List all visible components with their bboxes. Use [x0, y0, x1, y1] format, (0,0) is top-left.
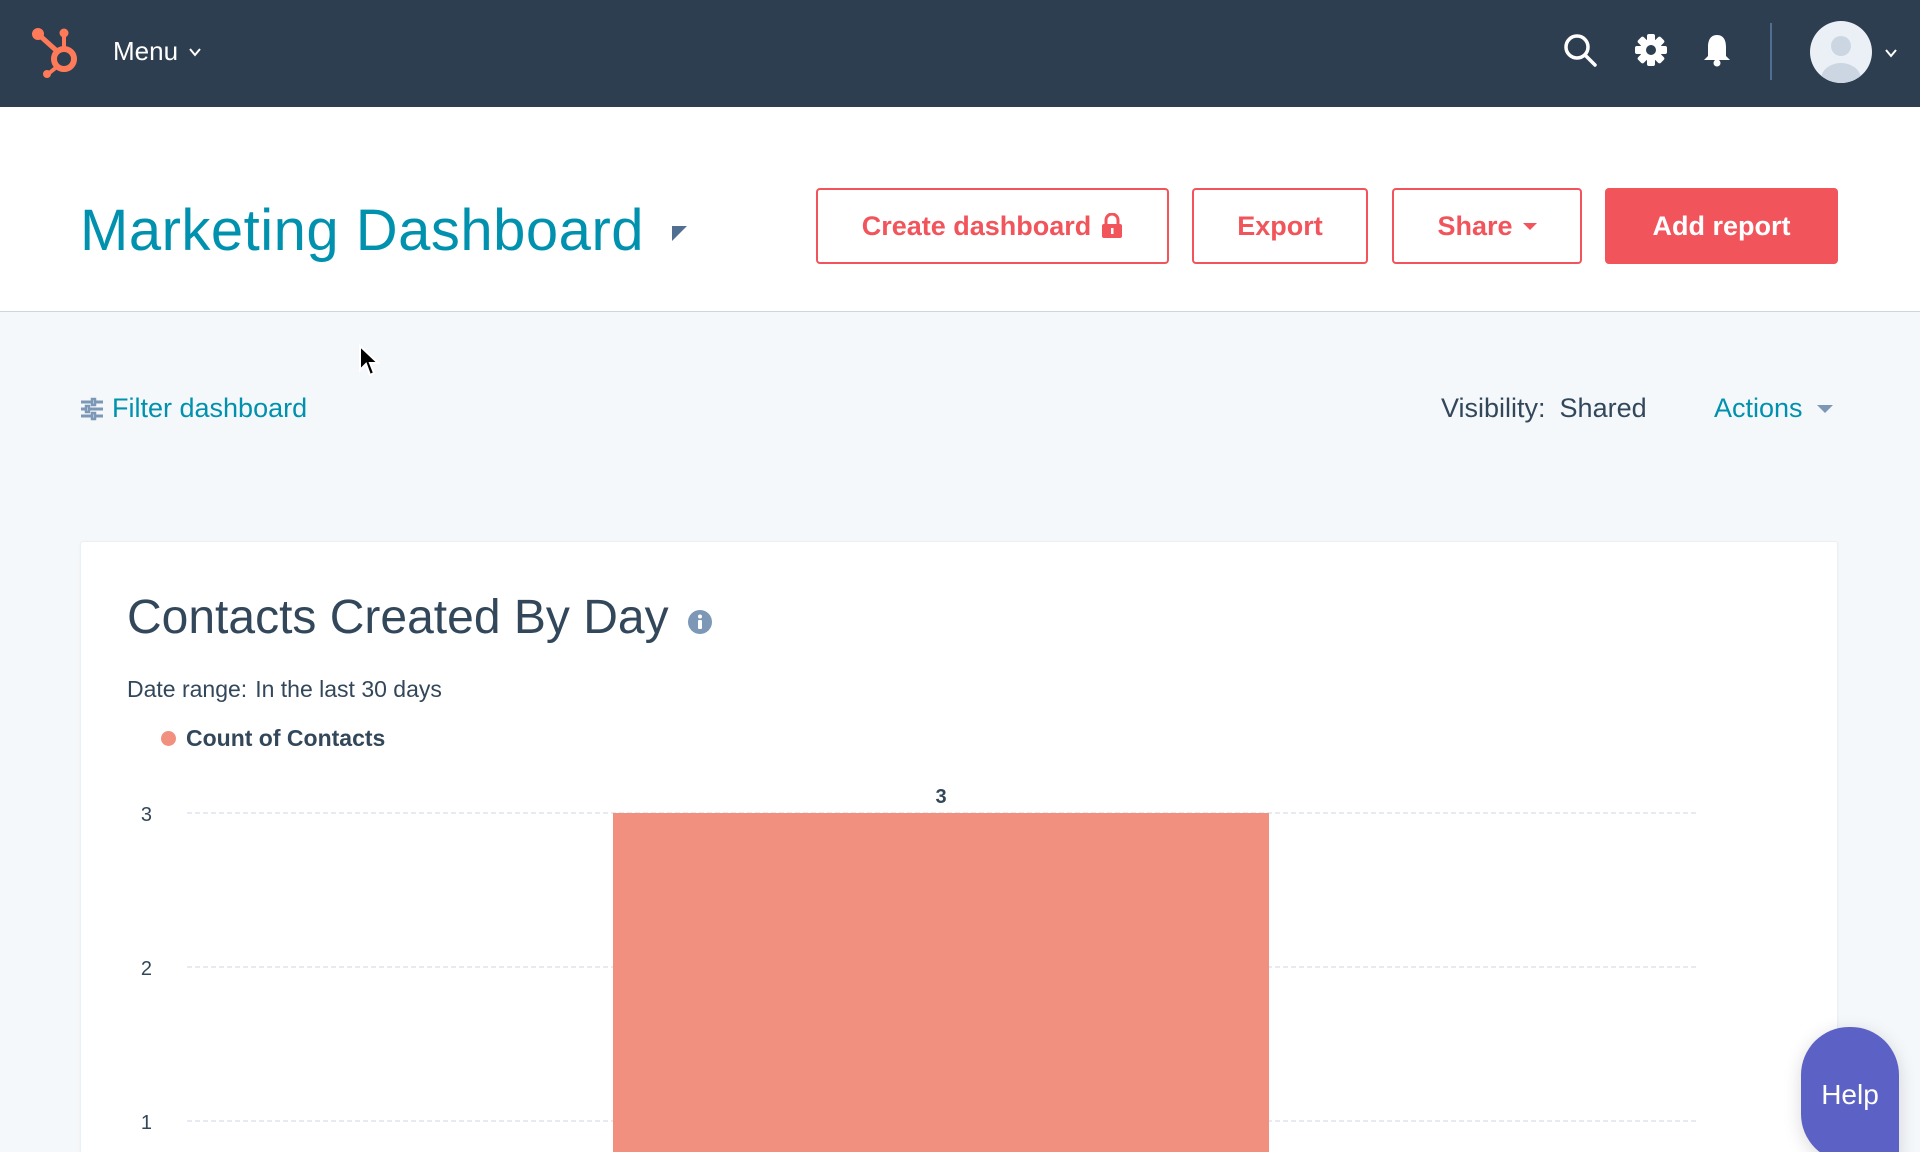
hubspot-logo[interactable]	[28, 24, 84, 80]
lock-icon	[1102, 213, 1123, 238]
nav-divider	[1770, 23, 1772, 80]
bell-icon	[1704, 35, 1730, 67]
filter-dashboard-link[interactable]: Filter dashboard	[80, 393, 307, 424]
user-icon	[1821, 36, 1861, 83]
export-button[interactable]: Export	[1192, 188, 1368, 264]
search-icon	[1564, 34, 1597, 67]
page-title: Marketing Dashboard	[80, 198, 645, 263]
caret-down-icon	[1816, 404, 1833, 413]
share-button[interactable]: Share	[1392, 188, 1582, 264]
notifications-button[interactable]	[1697, 30, 1737, 70]
sliders-icon	[81, 397, 103, 420]
help-button[interactable]: Help	[1801, 1027, 1899, 1152]
visibility-label: Visibility:	[1441, 393, 1546, 423]
chevron-down-icon	[189, 47, 201, 57]
share-label: Share	[1437, 210, 1513, 241]
caret-down-icon	[1522, 222, 1537, 230]
menu-button[interactable]: Menu	[113, 36, 202, 67]
dashboard-header: Marketing Dashboard Create dashboard Exp…	[0, 107, 1920, 312]
bar-chart: 1 2 3 3	[141, 786, 1697, 1152]
mouse-cursor	[359, 344, 380, 377]
y-tick-label: 1	[141, 1112, 152, 1134]
caret-down-icon	[672, 226, 688, 241]
dashboard-selector[interactable]: Marketing Dashboard	[80, 197, 688, 264]
y-tick-label: 2	[141, 958, 152, 980]
gear-icon	[1635, 34, 1667, 66]
bar-data-label: 3	[935, 786, 946, 808]
visibility-value: Shared	[1559, 393, 1647, 423]
add-report-button[interactable]: Add report	[1605, 188, 1838, 264]
add-report-label: Add report	[1652, 210, 1791, 241]
top-navigation: Menu	[0, 0, 1920, 107]
bar[interactable]	[613, 813, 1269, 1152]
create-dashboard-button[interactable]: Create dashboard	[816, 188, 1169, 264]
chevron-down-icon[interactable]	[1884, 46, 1898, 60]
avatar[interactable]	[1810, 21, 1872, 83]
filter-dashboard-label: Filter dashboard	[112, 393, 308, 423]
export-label: Export	[1237, 210, 1323, 241]
search-button[interactable]	[1560, 30, 1600, 70]
report-card: Contacts Created By Day Date range: In t…	[80, 541, 1838, 1152]
settings-button[interactable]	[1631, 30, 1671, 70]
menu-label: Menu	[113, 36, 179, 66]
y-tick-label: 3	[141, 804, 152, 826]
create-dashboard-label: Create dashboard	[861, 210, 1092, 241]
actions-label: Actions	[1714, 393, 1803, 423]
help-label: Help	[1821, 1078, 1879, 1110]
visibility-status: Visibility: Shared	[1441, 393, 1647, 424]
actions-dropdown[interactable]: Actions	[1714, 393, 1833, 424]
